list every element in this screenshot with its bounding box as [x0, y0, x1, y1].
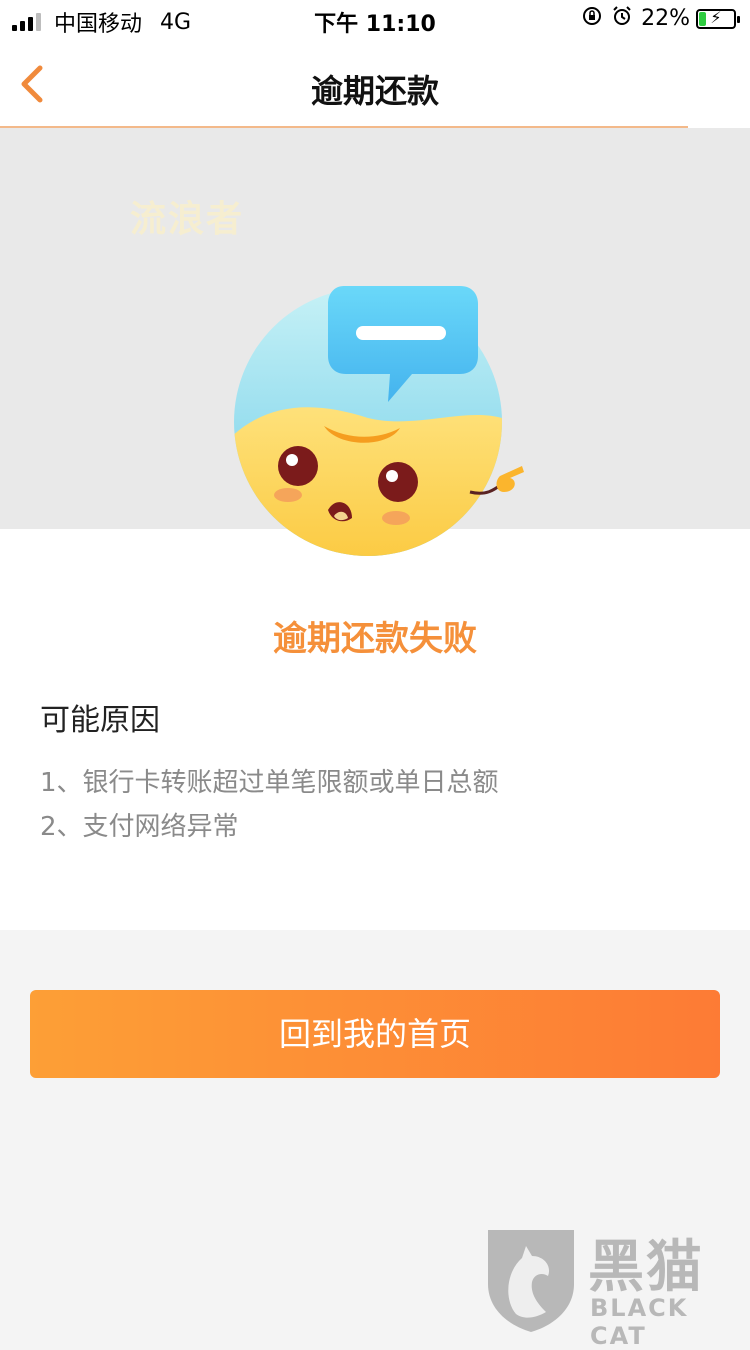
nav-bar: 逾期还款: [0, 40, 750, 128]
user-watermark: 流浪者: [130, 199, 245, 240]
black-cat-shield-icon: [488, 1230, 574, 1332]
brand-subtitle: BLACK CAT: [590, 1294, 689, 1350]
alarm-clock-icon: [611, 5, 633, 32]
status-bar: 中国移动 4G 下午 11:10 22% ⚡: [0, 0, 750, 40]
reasons-heading: 可能原因: [40, 703, 160, 738]
orientation-lock-icon: [581, 5, 603, 32]
charging-bolt-icon: ⚡: [710, 7, 722, 27]
brand-name: 黑猫: [588, 1235, 704, 1300]
reason-item: 2、支付网络异常: [40, 812, 239, 842]
result-title: 逾期还款失败: [273, 619, 477, 659]
result-card: 逾期还款失败 可能原因 1、银行卡转账超过单笔限额或单日总额 2、支付网络异常: [0, 529, 750, 930]
battery-percent: 22%: [641, 6, 690, 31]
page-title: 逾期还款: [310, 72, 439, 110]
reasons-list: 1、银行卡转账超过单笔限额或单日总额 2、支付网络异常: [40, 761, 499, 849]
black-cat-watermark: 黑猫 BLACK CAT: [478, 1220, 750, 1350]
reason-item: 1、银行卡转账超过单笔限额或单日总额: [40, 768, 499, 798]
status-right: 22% ⚡: [581, 5, 740, 32]
back-to-home-button[interactable]: 回到我的首页: [30, 990, 720, 1078]
sad-mascot-illustration: [234, 286, 524, 556]
battery-icon: ⚡: [696, 7, 740, 29]
